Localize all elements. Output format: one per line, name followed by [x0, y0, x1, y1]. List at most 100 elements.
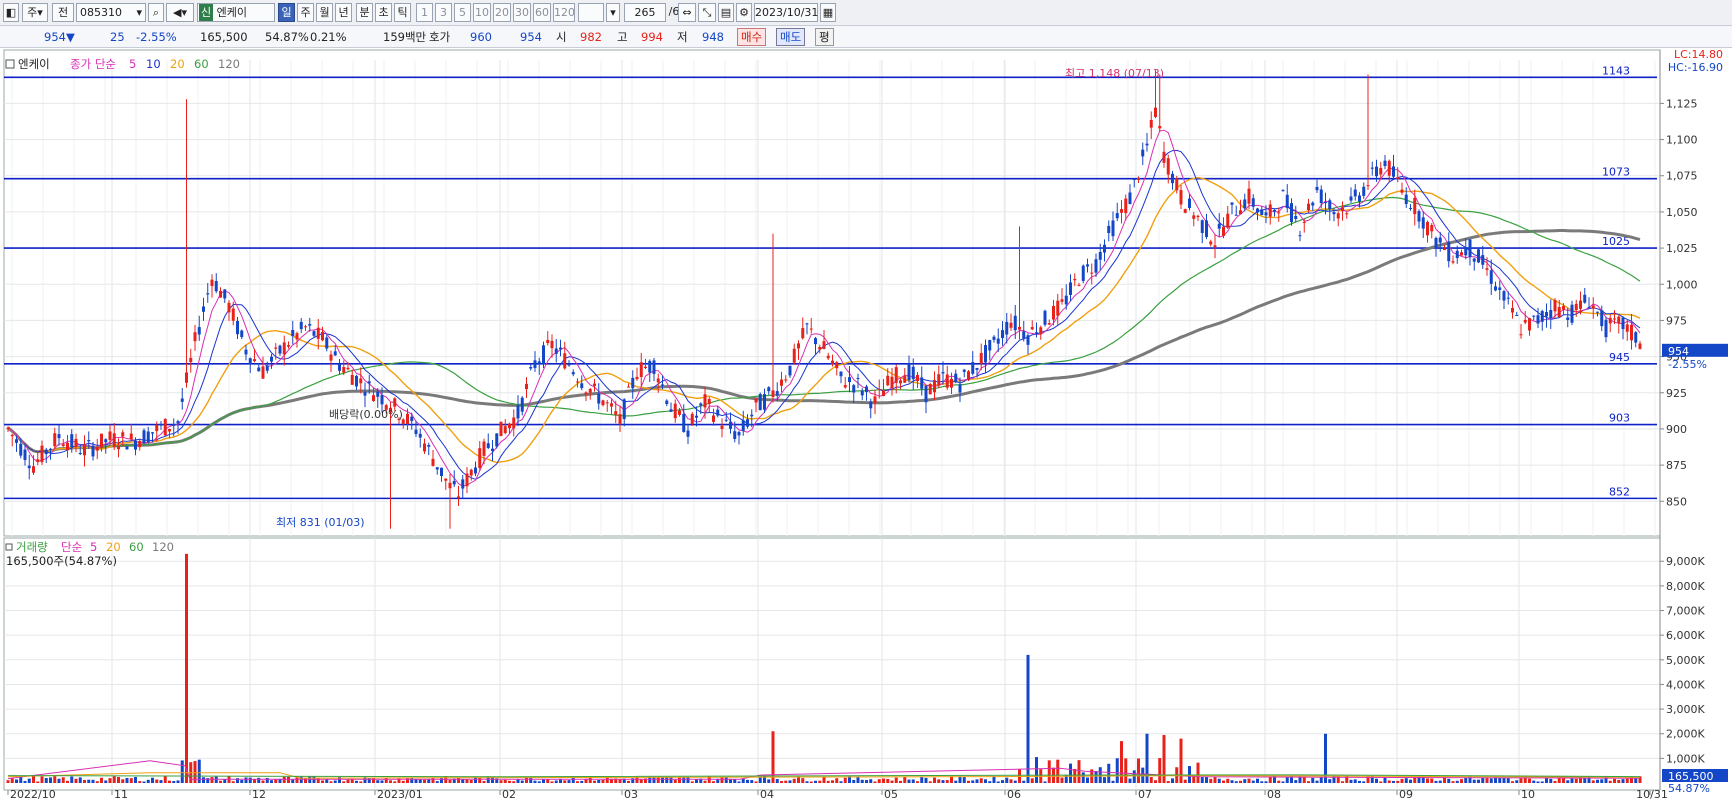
new-badge: 신 — [199, 4, 214, 21]
candle-body — [146, 431, 150, 443]
volume-bar — [741, 778, 745, 783]
type-select[interactable]: 주▾ — [22, 3, 48, 22]
volume-bar — [1149, 777, 1153, 783]
interval-20[interactable]: 20 — [493, 3, 511, 22]
volume-bar — [563, 780, 567, 783]
candle-body — [134, 440, 137, 450]
volume-bar — [270, 780, 273, 783]
current-price: 954 — [44, 30, 66, 44]
candle-body — [1132, 178, 1136, 181]
volume-bar — [1166, 781, 1170, 783]
stock-chart[interactable]: 114310731025945903852 850875900925950975… — [0, 48, 1732, 801]
volume-bar — [1035, 757, 1038, 783]
period-tick[interactable]: 틱 — [394, 3, 411, 22]
candle-body — [1608, 317, 1612, 324]
interval-60[interactable]: 60 — [533, 3, 551, 22]
volume-bar — [1583, 778, 1587, 783]
candle-body — [1013, 315, 1017, 331]
zoom-icon[interactable]: ⇔ — [678, 3, 696, 22]
x-tick-label: 11 — [114, 788, 128, 799]
volume-bar — [775, 779, 779, 783]
volume-bar — [1043, 781, 1047, 783]
candle-body — [695, 415, 698, 418]
volume-bar — [367, 777, 371, 783]
volume-bar — [1489, 778, 1493, 783]
candle-body — [457, 496, 460, 499]
volume-bar — [1103, 777, 1106, 783]
high-annotation: 최고 1,148 (07/13) — [1065, 67, 1164, 80]
volume-bar — [91, 779, 95, 783]
candle-body — [210, 279, 214, 287]
volume-bar — [478, 777, 482, 783]
volume-bar — [210, 777, 214, 783]
candle-body — [1302, 221, 1306, 223]
candle-body — [818, 346, 822, 350]
period-month[interactable]: 월 — [316, 3, 333, 22]
count-input[interactable]: 265 — [624, 3, 666, 22]
volume-bar — [1128, 778, 1132, 783]
period-day[interactable]: 일 — [278, 3, 295, 22]
volume-bar — [754, 781, 758, 783]
mode-select[interactable]: 전 — [52, 3, 74, 22]
candle-body — [533, 360, 537, 368]
volume-bar — [826, 780, 830, 783]
stock-name-field[interactable]: 신 엔케이 — [197, 3, 275, 22]
interval-1[interactable]: 1 — [416, 3, 433, 22]
speaker-icon[interactable]: ◀▾ — [166, 3, 194, 22]
menu-icon[interactable]: ◧ — [3, 3, 19, 22]
period-year[interactable]: 년 — [335, 3, 352, 22]
volume-bar — [1260, 781, 1264, 783]
candle-body — [159, 424, 163, 426]
candle-body — [1239, 210, 1242, 215]
volume-bar — [125, 778, 129, 783]
candle-body — [1298, 235, 1302, 237]
candle-body — [410, 416, 414, 422]
volume-bar — [1438, 780, 1442, 783]
volume-bar — [457, 777, 460, 783]
sell-button[interactable]: 매도 — [776, 28, 806, 46]
candle-body — [1583, 294, 1587, 303]
candle-body — [1409, 207, 1412, 209]
buy-button[interactable]: 매수 — [737, 28, 767, 46]
volume-bar — [639, 779, 643, 783]
date-input[interactable]: 2023/10/31 — [754, 3, 818, 22]
price-change: 25 — [110, 30, 125, 44]
crosshair-icon[interactable]: ⤡ — [698, 3, 716, 22]
interval-10[interactable]: 10 — [473, 3, 491, 22]
candle-body — [1256, 208, 1259, 213]
candle-body — [1222, 226, 1225, 236]
candle-body — [911, 366, 915, 380]
volume-bar — [435, 781, 439, 783]
candle-body — [1481, 255, 1485, 265]
custom-interval[interactable] — [578, 3, 604, 22]
volume-bar — [1447, 778, 1451, 783]
interval-3[interactable]: 3 — [435, 3, 452, 22]
candle-body — [1277, 212, 1281, 214]
toolbar: ◧ 주▾ 전 085310 ▾ ⌕ ◀▾ 신 엔케이 일 주 월 년 분 초 틱 … — [0, 0, 1732, 26]
period-second[interactable]: 초 — [375, 3, 392, 22]
period-minute[interactable]: 분 — [356, 3, 373, 22]
candle-body — [202, 306, 205, 312]
volume-bar — [894, 777, 898, 783]
gear-icon[interactable]: ⚙ — [736, 3, 752, 22]
candle-body — [193, 332, 197, 342]
period-week[interactable]: 주 — [297, 3, 314, 22]
candle-body — [869, 401, 873, 409]
candle-body — [1290, 203, 1293, 222]
save-icon[interactable]: ▤ — [718, 3, 734, 22]
eval-button[interactable]: 평 — [815, 28, 834, 46]
candle-body — [967, 371, 970, 381]
search-icon[interactable]: ⌕ — [148, 3, 164, 22]
candle-body — [1392, 166, 1395, 177]
chevron-down-icon[interactable]: ▾ — [606, 3, 620, 22]
stock-code-input[interactable]: 085310 ▾ — [76, 3, 146, 22]
candle-body — [890, 376, 894, 389]
candle-body — [1166, 158, 1170, 175]
candle-body — [1383, 160, 1387, 167]
interval-30[interactable]: 30 — [513, 3, 531, 22]
candle-body — [975, 367, 979, 370]
interval-5[interactable]: 5 — [454, 3, 471, 22]
interval-120[interactable]: 120 — [553, 3, 575, 22]
calendar-icon[interactable]: ▦ — [820, 3, 836, 22]
volume-bar — [1158, 758, 1162, 783]
